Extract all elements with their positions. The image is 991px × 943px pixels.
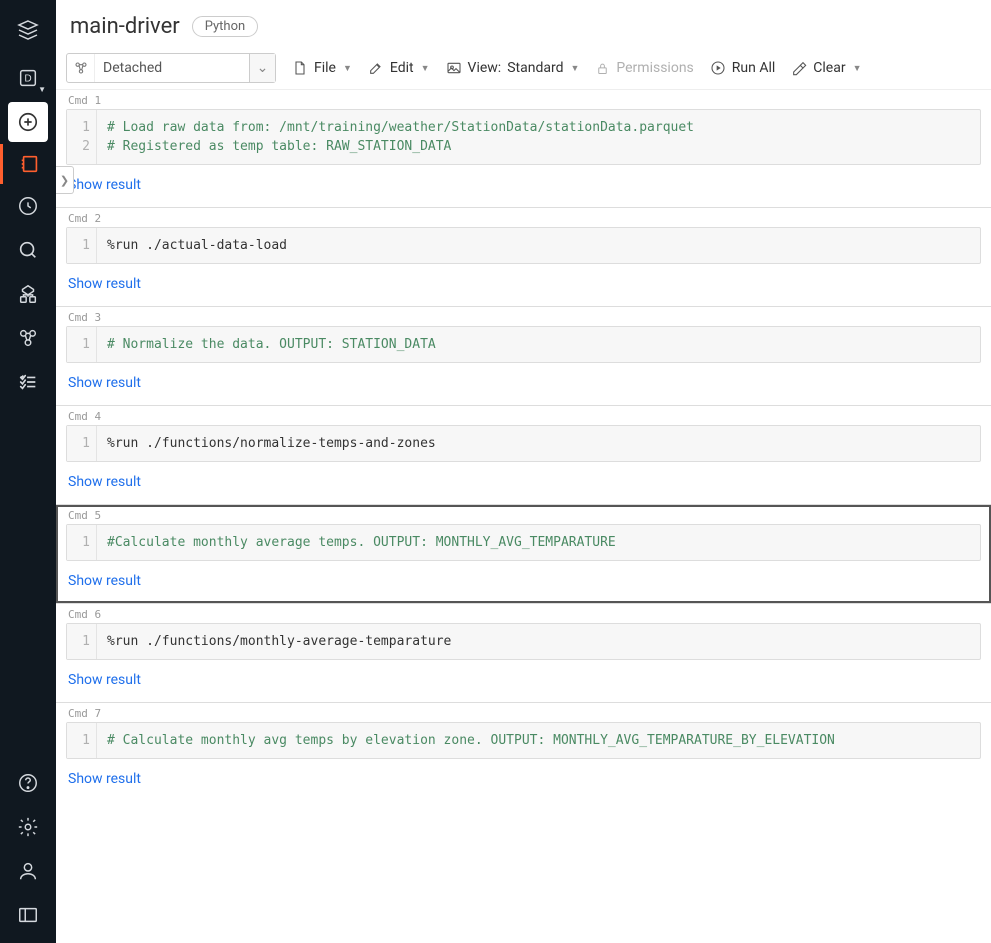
language-badge[interactable]: Python [192,16,258,37]
clear-label: Clear [813,60,845,76]
show-result-link[interactable]: Show result [56,660,991,702]
code-block[interactable]: 1%run ./functions/normalize-temps-and-zo… [66,425,981,462]
notebook-header: main-driver Python [56,0,991,47]
line-gutter: 1 [67,723,97,758]
user-icon[interactable] [8,851,48,891]
notebook-cell[interactable]: Cmd 71# Calculate monthly avg temps by e… [56,702,991,801]
logo-icon[interactable] [8,10,48,50]
file-menu-label: File [314,60,336,76]
notebook-cell[interactable]: Cmd 41%run ./functions/normalize-temps-a… [56,405,991,504]
code-block[interactable]: 1%run ./actual-data-load [66,227,981,264]
create-icon[interactable] [8,102,48,142]
cmd-label: Cmd 6 [56,604,991,623]
line-gutter: 1 [67,327,97,362]
run-all-label: Run All [732,60,776,76]
help-icon[interactable] [8,763,48,803]
cmd-label: Cmd 1 [56,90,991,109]
tasks-icon[interactable] [8,362,48,402]
code-block[interactable]: 1# Calculate monthly avg temps by elevat… [66,722,981,759]
cmd-label: Cmd 3 [56,307,991,326]
notebook-cell[interactable]: Cmd 61%run ./functions/monthly-average-t… [56,603,991,702]
code-content[interactable]: %run ./functions/monthly-average-tempara… [97,624,980,659]
show-result-link[interactable]: Show result [56,165,991,207]
search-icon[interactable] [8,230,48,270]
settings-icon[interactable] [8,807,48,847]
sidebar-expand-handle[interactable]: ❯ [56,166,74,194]
line-gutter: 1 [67,624,97,659]
notebook-title[interactable]: main-driver [70,14,180,39]
show-result-link[interactable]: Show result [56,363,991,405]
notebook-icon[interactable] [0,144,56,184]
workspace-icon[interactable]: D ▼ [8,58,48,98]
cmd-label: Cmd 5 [56,505,991,524]
notebook-cell[interactable]: Cmd 112# Load raw data from: /mnt/traini… [56,90,991,207]
cmd-label: Cmd 4 [56,406,991,425]
view-menu[interactable]: View: Standard▼ [446,60,580,76]
notebook-cell[interactable]: Cmd 31# Normalize the data. OUTPUT: STAT… [56,306,991,405]
cmd-label: Cmd 2 [56,208,991,227]
recent-icon[interactable] [8,186,48,226]
code-content[interactable]: %run ./actual-data-load [97,228,980,263]
cluster-attach-label: Detached [95,60,249,76]
show-result-link[interactable]: Show result [56,561,991,603]
data-icon[interactable] [8,274,48,314]
code-block[interactable]: 1%run ./functions/monthly-average-tempar… [66,623,981,660]
line-gutter: 1 [67,426,97,461]
notebook-cells-container: Cmd 112# Load raw data from: /mnt/traini… [56,90,991,821]
code-block[interactable]: 1#Calculate monthly average temps. OUTPU… [66,524,981,561]
left-sidebar: D ▼ [0,0,56,943]
view-value-label: Standard [507,60,563,76]
line-gutter: 12 [67,110,97,164]
line-gutter: 1 [67,525,97,560]
permissions-button: Permissions [595,60,693,76]
svg-text:D: D [24,74,31,85]
code-content[interactable]: %run ./functions/normalize-temps-and-zon… [97,426,980,461]
main-content: main-driver Python Detached ⌄ File▼ Edit… [56,0,991,943]
edit-menu[interactable]: Edit▼ [368,60,430,76]
code-content[interactable]: # Calculate monthly avg temps by elevati… [97,723,980,758]
cluster-attach-dropdown[interactable]: Detached ⌄ [66,53,276,83]
code-content[interactable]: # Normalize the data. OUTPUT: STATION_DA… [97,327,980,362]
show-result-link[interactable]: Show result [56,759,991,801]
cluster-icon [67,54,95,82]
show-result-link[interactable]: Show result [56,462,991,504]
code-content[interactable]: # Load raw data from: /mnt/training/weat… [97,110,980,164]
notebook-cell[interactable]: Cmd 51#Calculate monthly average temps. … [56,504,991,603]
compute-icon[interactable] [8,318,48,358]
edit-menu-label: Edit [390,60,414,76]
toolbar: Detached ⌄ File▼ Edit▼ View: Standard▼ P… [56,47,991,90]
permissions-label: Permissions [616,60,693,76]
line-gutter: 1 [67,228,97,263]
cmd-label: Cmd 7 [56,703,991,722]
notebook-cell[interactable]: Cmd 21%run ./actual-data-loadShow result [56,207,991,306]
view-prefix-label: View: [468,60,502,76]
file-menu[interactable]: File▼ [292,60,352,76]
chevron-down-icon: ⌄ [249,54,275,82]
code-content[interactable]: #Calculate monthly average temps. OUTPUT… [97,525,980,560]
panel-toggle-icon[interactable] [8,895,48,935]
code-block[interactable]: 12# Load raw data from: /mnt/training/we… [66,109,981,165]
show-result-link[interactable]: Show result [56,264,991,306]
code-block[interactable]: 1# Normalize the data. OUTPUT: STATION_D… [66,326,981,363]
clear-menu[interactable]: Clear▼ [791,60,861,76]
run-all-button[interactable]: Run All [710,60,776,76]
